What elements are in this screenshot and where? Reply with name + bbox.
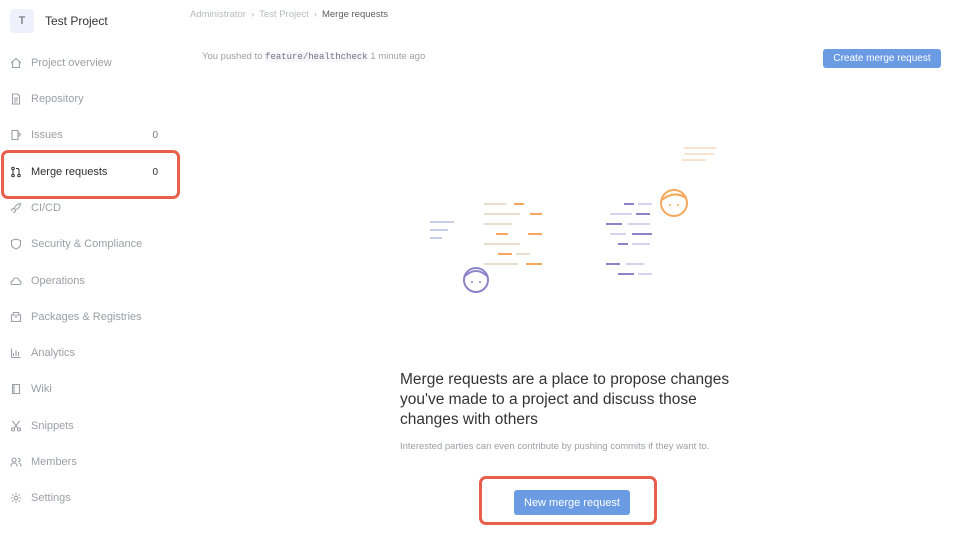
project-avatar: T — [10, 9, 34, 33]
illustration-left-lines — [430, 221, 454, 239]
file-icon — [10, 93, 22, 105]
sidebar-item-ci-cd[interactable]: CI/CD — [10, 197, 170, 219]
sidebar-item-repository[interactable]: Repository — [10, 88, 170, 110]
new-merge-request-button[interactable]: New merge request — [514, 490, 630, 515]
breadcrumb-project[interactable]: Test Project — [259, 9, 309, 20]
sidebar-item-wiki[interactable]: Wiki — [10, 378, 170, 400]
sidebar-item-project-overview[interactable]: Project overview — [10, 52, 170, 74]
push-note-time: 1 minute ago — [370, 51, 426, 62]
breadcrumb: Administrator › Test Project › Merge req… — [190, 9, 388, 20]
breadcrumb-separator-icon: › — [313, 9, 317, 20]
sidebar-item-snippets[interactable]: Snippets — [10, 415, 170, 437]
sidebar-item-members[interactable]: Members — [10, 451, 170, 473]
sidebar-item-operations[interactable]: Operations — [10, 270, 170, 292]
sidebar-item-label: Repository — [31, 93, 84, 105]
empty-state-illustration — [430, 147, 716, 293]
project-header[interactable]: T Test Project — [10, 8, 108, 34]
sidebar-item-label: Issues — [31, 129, 63, 141]
sidebar-item-analytics[interactable]: Analytics — [10, 342, 170, 364]
sidebar-item-label: Operations — [31, 275, 85, 287]
empty-state-title: Merge requests are a place to propose ch… — [400, 371, 730, 428]
sidebar-item-security-compliance[interactable]: Security & Compliance — [10, 233, 170, 255]
shield-icon — [10, 238, 22, 250]
sidebar-item-label: Security & Compliance — [31, 238, 143, 250]
push-notification: You pushed to feature/healthcheck 1 minu… — [202, 51, 425, 62]
sidebar-item-label: Wiki — [31, 383, 52, 395]
push-note-prefix: You pushed to — [202, 51, 263, 62]
sidebar-item-label: Snippets — [31, 420, 74, 432]
sidebar-item-issues[interactable]: Issues 0 — [10, 124, 170, 146]
sidebar-item-settings[interactable]: Settings — [10, 487, 170, 509]
issues-count: 0 — [152, 129, 158, 141]
scissors-icon — [10, 420, 22, 432]
book-icon — [10, 383, 22, 395]
sidebar-item-label: Project overview — [31, 57, 112, 69]
merge-requests-count: 0 — [152, 166, 158, 178]
sidebar-item-packages-registries[interactable]: Packages & Registries — [10, 306, 170, 328]
create-merge-request-button[interactable]: Create merge request — [823, 49, 941, 68]
gear-icon — [10, 492, 22, 504]
sidebar-item-label: CI/CD — [31, 202, 61, 214]
sidebar-item-label: Members — [31, 456, 77, 468]
sidebar-item-label: Settings — [31, 492, 71, 504]
breadcrumb-current[interactable]: Merge requests — [322, 9, 388, 20]
chart-icon — [10, 347, 22, 359]
empty-state-description: Interested parties can even contribute b… — [400, 441, 710, 452]
issues-icon — [10, 129, 22, 141]
sidebar-item-label: Analytics — [31, 347, 76, 359]
merge-request-icon — [10, 166, 22, 178]
sidebar-item-merge-requests[interactable]: Merge requests 0 — [10, 161, 170, 183]
package-icon — [10, 311, 22, 323]
breadcrumb-separator-icon: › — [250, 9, 255, 20]
sidebar: T Test Project Project overview Reposito… — [0, 0, 185, 539]
project-name: Test Project — [45, 14, 108, 28]
sidebar-item-label: Merge requests — [31, 166, 108, 178]
rocket-icon — [10, 202, 22, 214]
home-icon — [10, 57, 22, 69]
sidebar-item-label: Packages & Registries — [31, 311, 142, 323]
illustration-orange-face — [660, 189, 688, 217]
breadcrumb-group[interactable]: Administrator — [190, 9, 246, 20]
users-icon — [10, 456, 22, 468]
cloud-icon — [10, 275, 22, 287]
illustration-purple-face — [463, 267, 489, 293]
branch-name[interactable]: feature/healthcheck — [265, 52, 368, 62]
